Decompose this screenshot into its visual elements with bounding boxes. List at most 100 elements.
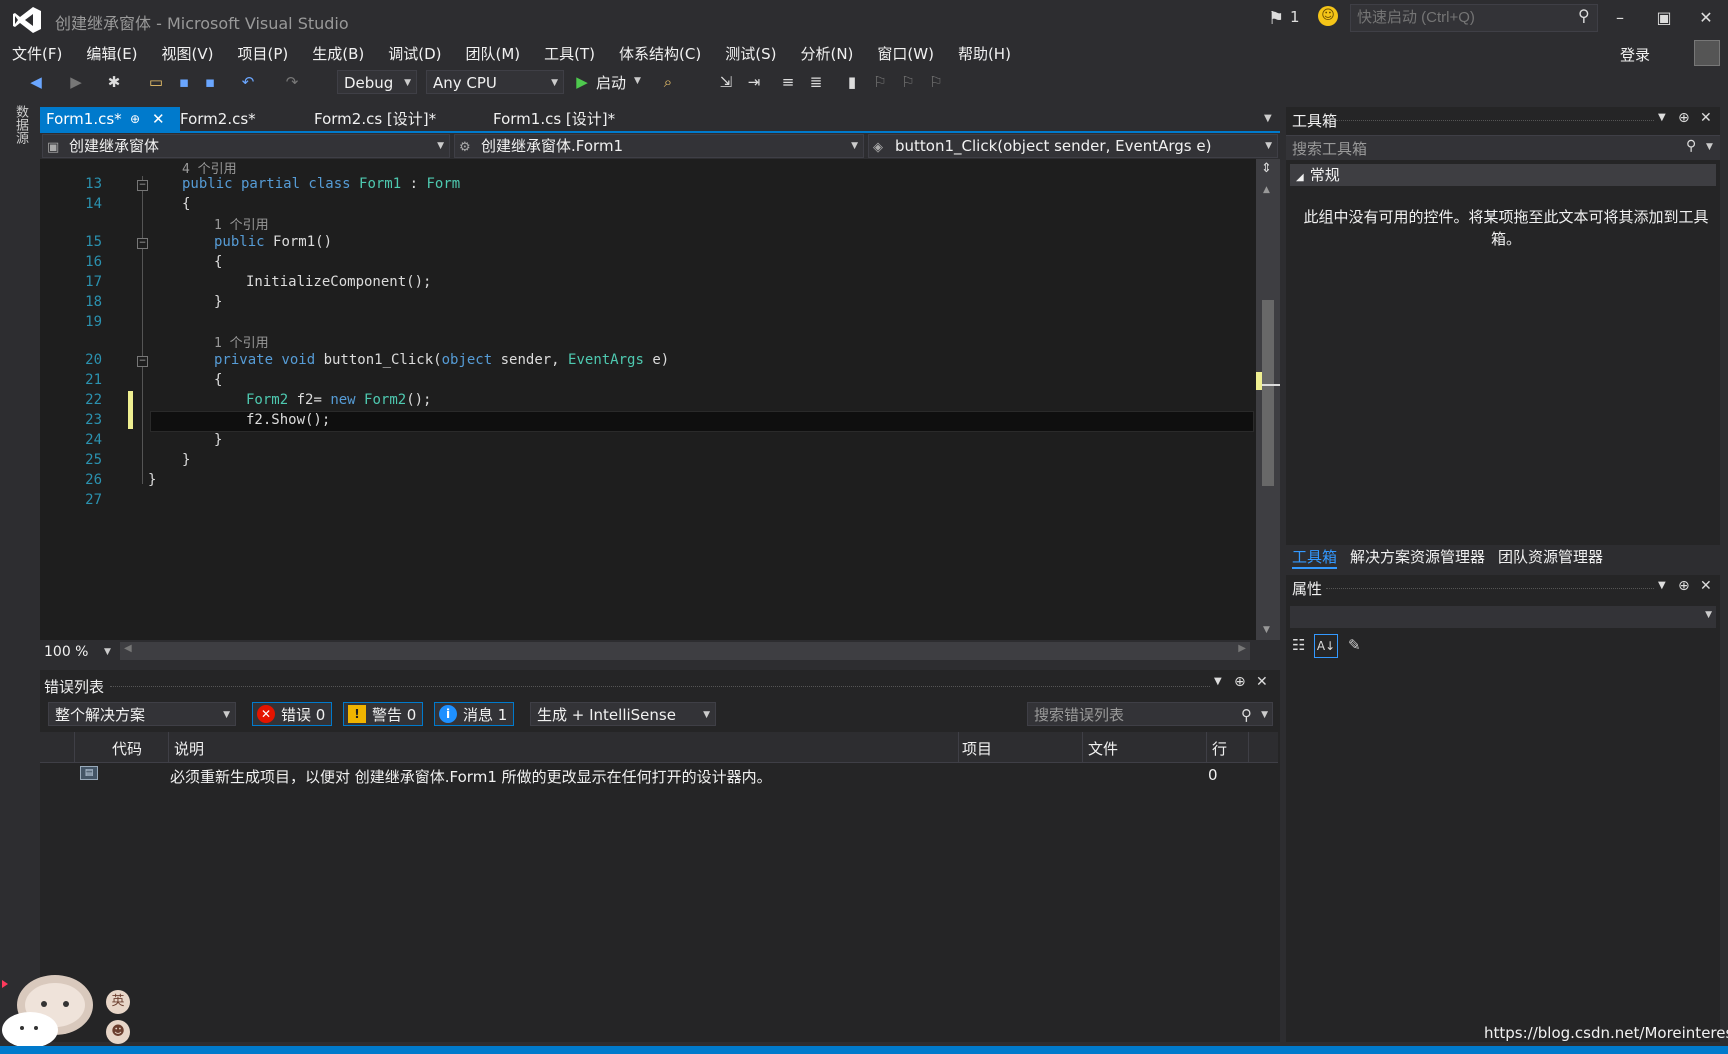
search-icon[interactable]: ⚲ (1578, 6, 1590, 25)
close-icon[interactable]: ✕ (1700, 110, 1712, 126)
notification-count[interactable]: 1 (1290, 8, 1300, 26)
menu-edit[interactable]: 编辑(E) (74, 40, 149, 67)
menu-analyze[interactable]: 分析(N) (788, 40, 865, 67)
save-icon[interactable]: ▪ (174, 72, 194, 92)
collapse-toggle-icon[interactable]: − (137, 356, 148, 367)
alphabetical-sort-icon[interactable]: A↓ (1314, 634, 1338, 658)
tab-solution-explorer[interactable]: 解决方案资源管理器 (1350, 546, 1485, 567)
collapse-toggle-icon[interactable]: − (137, 238, 148, 249)
menu-view[interactable]: 视图(V) (150, 40, 226, 67)
column-project[interactable]: 项目 (962, 738, 992, 759)
redo-icon[interactable]: ↷ (282, 72, 302, 92)
tab-form2-cs[interactable]: Form2.cs* (174, 107, 262, 131)
close-icon[interactable]: ✕ (1256, 674, 1268, 690)
toolbox-search[interactable]: 搜索工具箱 ⚲ ▼ (1286, 135, 1720, 160)
undo-icon[interactable]: ↶ (238, 72, 258, 92)
pin-icon[interactable]: ⊕ (1234, 674, 1246, 690)
tab-overflow-dropdown-icon[interactable]: ▼ (1264, 113, 1272, 124)
errors-filter-button[interactable]: ✕ 错误 0 (252, 702, 333, 726)
menu-file[interactable]: 文件(F) (0, 40, 74, 67)
outdent-icon[interactable]: ≡ (778, 72, 798, 92)
ime-pad-icon[interactable]: ☻ (106, 1020, 130, 1044)
search-icon[interactable]: ⚲ (1686, 138, 1696, 154)
tab-form2-design[interactable]: Form2.cs [设计]* (308, 107, 442, 131)
title-drag-grip[interactable] (1336, 120, 1654, 121)
menu-debug[interactable]: 调试(D) (376, 40, 453, 67)
column-line[interactable]: 行 (1212, 738, 1227, 759)
clear-bookmarks-icon[interactable]: ⚐ (926, 72, 946, 92)
split-editor-icon[interactable]: ⇕ (1261, 161, 1272, 176)
search-icon[interactable]: ⚲ (1241, 703, 1252, 727)
menu-architecture[interactable]: 体系结构(C) (607, 40, 713, 67)
navigate-back-icon[interactable]: ◀ (26, 72, 46, 92)
menu-build[interactable]: 生成(B) (300, 40, 376, 67)
solution-platform-select[interactable]: Any CPU ▼ (426, 70, 564, 94)
feedback-smiley-icon[interactable]: ☺ (1318, 6, 1338, 26)
error-list-search[interactable]: 搜索错误列表 ⚲ ▼ (1027, 702, 1273, 726)
codelens-references[interactable]: 1 个引用 (214, 332, 269, 351)
minimize-button[interactable]: – (1602, 4, 1638, 32)
open-file-icon[interactable]: ▭ (146, 72, 166, 92)
menu-window[interactable]: 窗口(W) (865, 40, 946, 67)
window-position-dropdown-icon[interactable]: ▼ (1658, 112, 1666, 123)
window-position-dropdown-icon[interactable]: ▼ (1658, 580, 1666, 591)
menu-test[interactable]: 测试(S) (713, 40, 788, 67)
chevron-down-icon[interactable]: ▼ (634, 76, 641, 86)
categorized-view-icon[interactable]: ☷ (1292, 636, 1305, 654)
pin-icon[interactable]: ⊕ (1678, 110, 1690, 126)
codelens-references[interactable]: 4 个引用 (182, 158, 237, 177)
chevron-down-icon[interactable]: ▼ (1706, 142, 1713, 152)
menu-team[interactable]: 团队(M) (454, 40, 533, 67)
zoom-level-select[interactable]: 100 % ▼ (40, 642, 120, 662)
tab-team-explorer[interactable]: 团队资源管理器 (1498, 546, 1603, 567)
warnings-filter-button[interactable]: ! 警告 0 (343, 702, 424, 726)
menu-help[interactable]: 帮助(H) (946, 40, 1023, 67)
properties-object-select[interactable]: ▼ (1290, 606, 1716, 628)
start-button[interactable]: 启动 (596, 72, 626, 93)
save-all-icon[interactable]: ▪ (200, 72, 220, 92)
find-in-files-icon[interactable]: ⌕ (658, 72, 678, 92)
scrollbar-thumb[interactable] (1262, 300, 1274, 486)
editor-horizontal-scrollbar[interactable]: ◀ ▶ (120, 642, 1250, 660)
previous-bookmark-icon[interactable]: ⚐ (870, 72, 890, 92)
member-dropdown[interactable]: ◈ button1_Click(object sender, EventArgs … (868, 134, 1278, 158)
menu-tools[interactable]: 工具(T) (532, 40, 607, 67)
type-dropdown[interactable]: ⚙ 创建继承窗体.Form1 ▼ (454, 134, 864, 158)
column-file[interactable]: 文件 (1088, 738, 1118, 759)
solution-configuration-select[interactable]: Debug ▼ (337, 70, 417, 94)
step-into-icon[interactable]: ⇲ (716, 72, 736, 92)
column-description[interactable]: 说明 (174, 738, 204, 759)
tab-form1-cs[interactable]: Form1.cs* ⊕ ✕ (40, 107, 180, 131)
property-pages-wrench-icon[interactable]: ✎ (1348, 636, 1361, 654)
chevron-down-icon[interactable]: ▼ (1261, 703, 1268, 727)
pin-icon[interactable]: ⊕ (1678, 578, 1690, 594)
maximize-button[interactable]: ▣ (1646, 4, 1682, 32)
column-code[interactable]: 代码 (112, 738, 142, 759)
toolbox-group-general[interactable]: ◢ 常规 (1290, 164, 1716, 186)
start-debug-icon[interactable]: ▶ (572, 72, 592, 92)
quick-launch-box[interactable] (1350, 4, 1598, 32)
data-sources-tab[interactable]: 数据源 (8, 105, 30, 144)
close-icon[interactable]: ✕ (1700, 578, 1712, 594)
tab-toolbox[interactable]: 工具箱 (1292, 546, 1338, 569)
build-source-select[interactable]: 生成 + IntelliSense ▼ (530, 702, 716, 726)
new-project-icon[interactable]: ✱ (104, 72, 124, 92)
close-icon[interactable]: ✕ (152, 107, 165, 131)
codelens-references[interactable]: 1 个引用 (214, 214, 269, 233)
sign-in-link[interactable]: 登录 (1620, 44, 1650, 65)
scope-select[interactable]: 整个解决方案 ▼ (48, 702, 236, 726)
notification-flag-icon[interactable]: ⚑ (1268, 8, 1284, 29)
scroll-up-arrow-icon[interactable]: ▲ (1263, 185, 1270, 195)
quick-launch-input[interactable] (1351, 5, 1573, 29)
messages-filter-button[interactable]: i 消息 1 (434, 702, 515, 726)
collapse-toggle-icon[interactable]: − (137, 180, 148, 191)
bookmark-icon[interactable]: ▮ (842, 72, 862, 92)
tab-form1-design[interactable]: Form1.cs [设计]* (487, 107, 621, 131)
pin-icon[interactable]: ⊕ (130, 107, 140, 131)
scroll-down-arrow-icon[interactable]: ▼ (1263, 625, 1270, 635)
close-window-button[interactable]: ✕ (1688, 4, 1724, 32)
indent-icon[interactable]: ≣ (806, 72, 826, 92)
project-dropdown[interactable]: ▣ 创建继承窗体 ▼ (42, 134, 450, 158)
ime-language-toggle[interactable]: 英 (106, 990, 130, 1014)
menu-project[interactable]: 项目(P) (226, 40, 301, 67)
